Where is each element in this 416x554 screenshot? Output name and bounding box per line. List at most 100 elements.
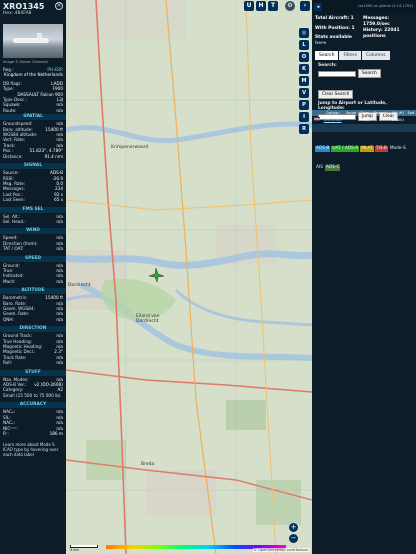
i-button[interactable]: I — [299, 112, 309, 122]
info-header: XRO1345 Hex: 484FA8 × — [0, 0, 66, 22]
scale-bar: 5 km — [70, 545, 98, 552]
search-tab-body: Search: Search Clear Search Jump to Airp… — [315, 60, 413, 121]
section-header[interactable]: ALTITUDE — [0, 288, 66, 295]
info-row-label: Rᶜ: — [3, 430, 9, 436]
settings-gear-icon[interactable]: ⚙ — [285, 1, 295, 11]
town-label: Krimpenerwaard — [111, 145, 149, 150]
source-badge: UAT / ADS-R — [331, 146, 360, 152]
info-row-value: 91.4 nmi — [44, 153, 63, 159]
source-badge: MLAT — [360, 146, 374, 152]
with-position: With Position: 1 — [315, 25, 355, 31]
info-row-label: Distance: — [3, 153, 23, 159]
info-row: Kingdom of the Netherlands — [0, 72, 66, 77]
section-header[interactable]: DIRECTION — [0, 326, 66, 333]
info-row-value: 65 s — [54, 197, 63, 203]
info-row-value: Kingdom of the Netherlands — [4, 72, 63, 78]
map-view[interactable]: Krimpenerwaard Dordrecht Eiland van Dord… — [66, 0, 312, 554]
l-button[interactable]: L — [299, 40, 309, 50]
aircraft-table: Callsign Route Type Squawk Alt. (ft) Spd XRO1… — [312, 110, 416, 123]
total-aircraft: Total Aircraft: 1 — [315, 16, 354, 21]
aircraft-info-panel: XRO1345 Hex: 484FA8 × Image © Fabian Zim… — [0, 0, 66, 554]
zoom-out-button[interactable]: − — [289, 534, 298, 543]
section-header[interactable]: WIND — [0, 228, 66, 235]
search-label: Search: — [318, 63, 337, 68]
search-input[interactable] — [318, 70, 356, 77]
r-button[interactable]: R — [299, 124, 309, 134]
stats-link[interactable]: here — [315, 41, 363, 47]
type-cell: F900 — [360, 117, 370, 122]
info-footer: Learn more about Mode S ICAO type by hov… — [3, 442, 59, 458]
section-header[interactable]: SIGNAL — [0, 163, 66, 170]
k-button[interactable]: K — [299, 64, 309, 74]
center-icon[interactable]: ◎ — [299, 28, 309, 38]
map-canvas — [66, 0, 312, 554]
tab-search[interactable]: Search — [315, 51, 339, 60]
version-link[interactable]: tar1090 on github (3.14.1702) — [358, 4, 413, 8]
info-row-label: TAT / OAT: — [3, 246, 24, 252]
info-row-value: n/a — [56, 107, 63, 113]
source-badge: Mode-S — [389, 146, 406, 151]
callsign-cell: XRO1345 — [323, 117, 342, 122]
aircraft-photo[interactable] — [3, 24, 63, 58]
info-row-label: Last Seen: — [3, 197, 25, 203]
tab-columns[interactable]: Columns — [361, 51, 390, 60]
source-badge: ADS-C — [324, 165, 341, 171]
section-header[interactable]: FMS SEL — [0, 206, 66, 213]
info-row-value: n/a — [56, 360, 63, 366]
close-icon[interactable]: × — [55, 2, 63, 10]
u-button[interactable]: U — [244, 1, 254, 11]
photo-credit: Image © Fabian Zimmerli — [3, 60, 48, 64]
info-row-value: n/a — [56, 246, 63, 252]
info-row-label: Roll: — [3, 360, 13, 366]
info-row-label: Small (15 500 to 75 000 lb) — [3, 392, 61, 398]
netherlands-flag-icon — [313, 117, 320, 121]
info-row-value: 186 m — [49, 430, 63, 436]
map-attribution[interactable]: © OpenStreetMap contributors. — [252, 548, 310, 552]
section-header[interactable]: STUFF — [0, 369, 66, 376]
info-row-value: n/a — [56, 278, 63, 284]
town-label: Eiland van Dordrecht — [136, 314, 160, 324]
info-row-value: n/a — [56, 218, 63, 224]
messages-rate: 1759.0/sec — [363, 21, 390, 27]
clear-search-button[interactable]: Clear Search — [318, 90, 354, 99]
search-button[interactable]: Search — [358, 69, 381, 78]
speed-cell — [406, 116, 416, 123]
callsign: XRO1345 — [3, 2, 45, 11]
section-header[interactable]: ACCURACY — [0, 402, 66, 409]
section-header[interactable]: SPATIAL — [0, 114, 66, 121]
collapse-icon[interactable]: ◂ — [314, 3, 322, 11]
info-row-label: Mach: — [3, 278, 16, 284]
h-button[interactable]: H — [256, 1, 266, 11]
v-button[interactable]: V — [299, 88, 309, 98]
expand-chevron-icon[interactable]: › — [300, 1, 310, 11]
source-badge: AIS — [316, 165, 323, 170]
p-button[interactable]: P — [299, 100, 309, 110]
town-label: Dordrecht — [68, 283, 91, 288]
m-button[interactable]: M — [299, 76, 309, 86]
registration-rows: Reg.: PH-EBR Kingdom of the Netherlands — [0, 67, 66, 78]
o-button[interactable]: O — [299, 52, 309, 62]
scale-label: 5 km — [70, 548, 79, 552]
table-body: XRO1345 F900 15400 — [312, 116, 416, 123]
panel-tabs: Search Filters Columns — [315, 51, 413, 60]
info-row: Route: n/a — [0, 108, 66, 113]
table-scroll-area — [312, 124, 416, 132]
info-row: Small (15 500 to 75 000 lb) — [0, 393, 66, 398]
info-row-value: n/a — [56, 316, 63, 322]
zoom-in-button[interactable]: + — [289, 523, 298, 532]
table-row[interactable]: XRO1345 F900 15400 — [312, 116, 416, 123]
section-header[interactable]: SPEED — [0, 255, 66, 262]
hex-code: Hex: 484FA8 — [3, 11, 32, 16]
t-button[interactable]: T — [268, 1, 278, 11]
info-row-label: Sel. Head.: — [3, 218, 26, 224]
info-row-label: QNH: — [3, 316, 14, 322]
info-row-label: Type: — [3, 86, 15, 92]
source-legend: ADS-B UAT / ADS-R MLAT TIS-B Mode-S AIS ADS-C — [312, 132, 416, 174]
db-rows: DB flags: LADD Type: F900 DASSAULT Falcon 90… — [0, 81, 66, 113]
history-count: History: 22041 positions — [363, 28, 400, 39]
source-badge: TIS-B — [374, 146, 388, 152]
tab-filters[interactable]: Filters — [339, 51, 361, 60]
stats-area: Total Aircraft: 1 With Position: 1 Stats… — [312, 14, 416, 48]
aircraft-list-panel: ◂ tar1090 on github (3.14.1702) Total Ai… — [312, 0, 416, 554]
info-row-label: Route: — [3, 107, 17, 113]
